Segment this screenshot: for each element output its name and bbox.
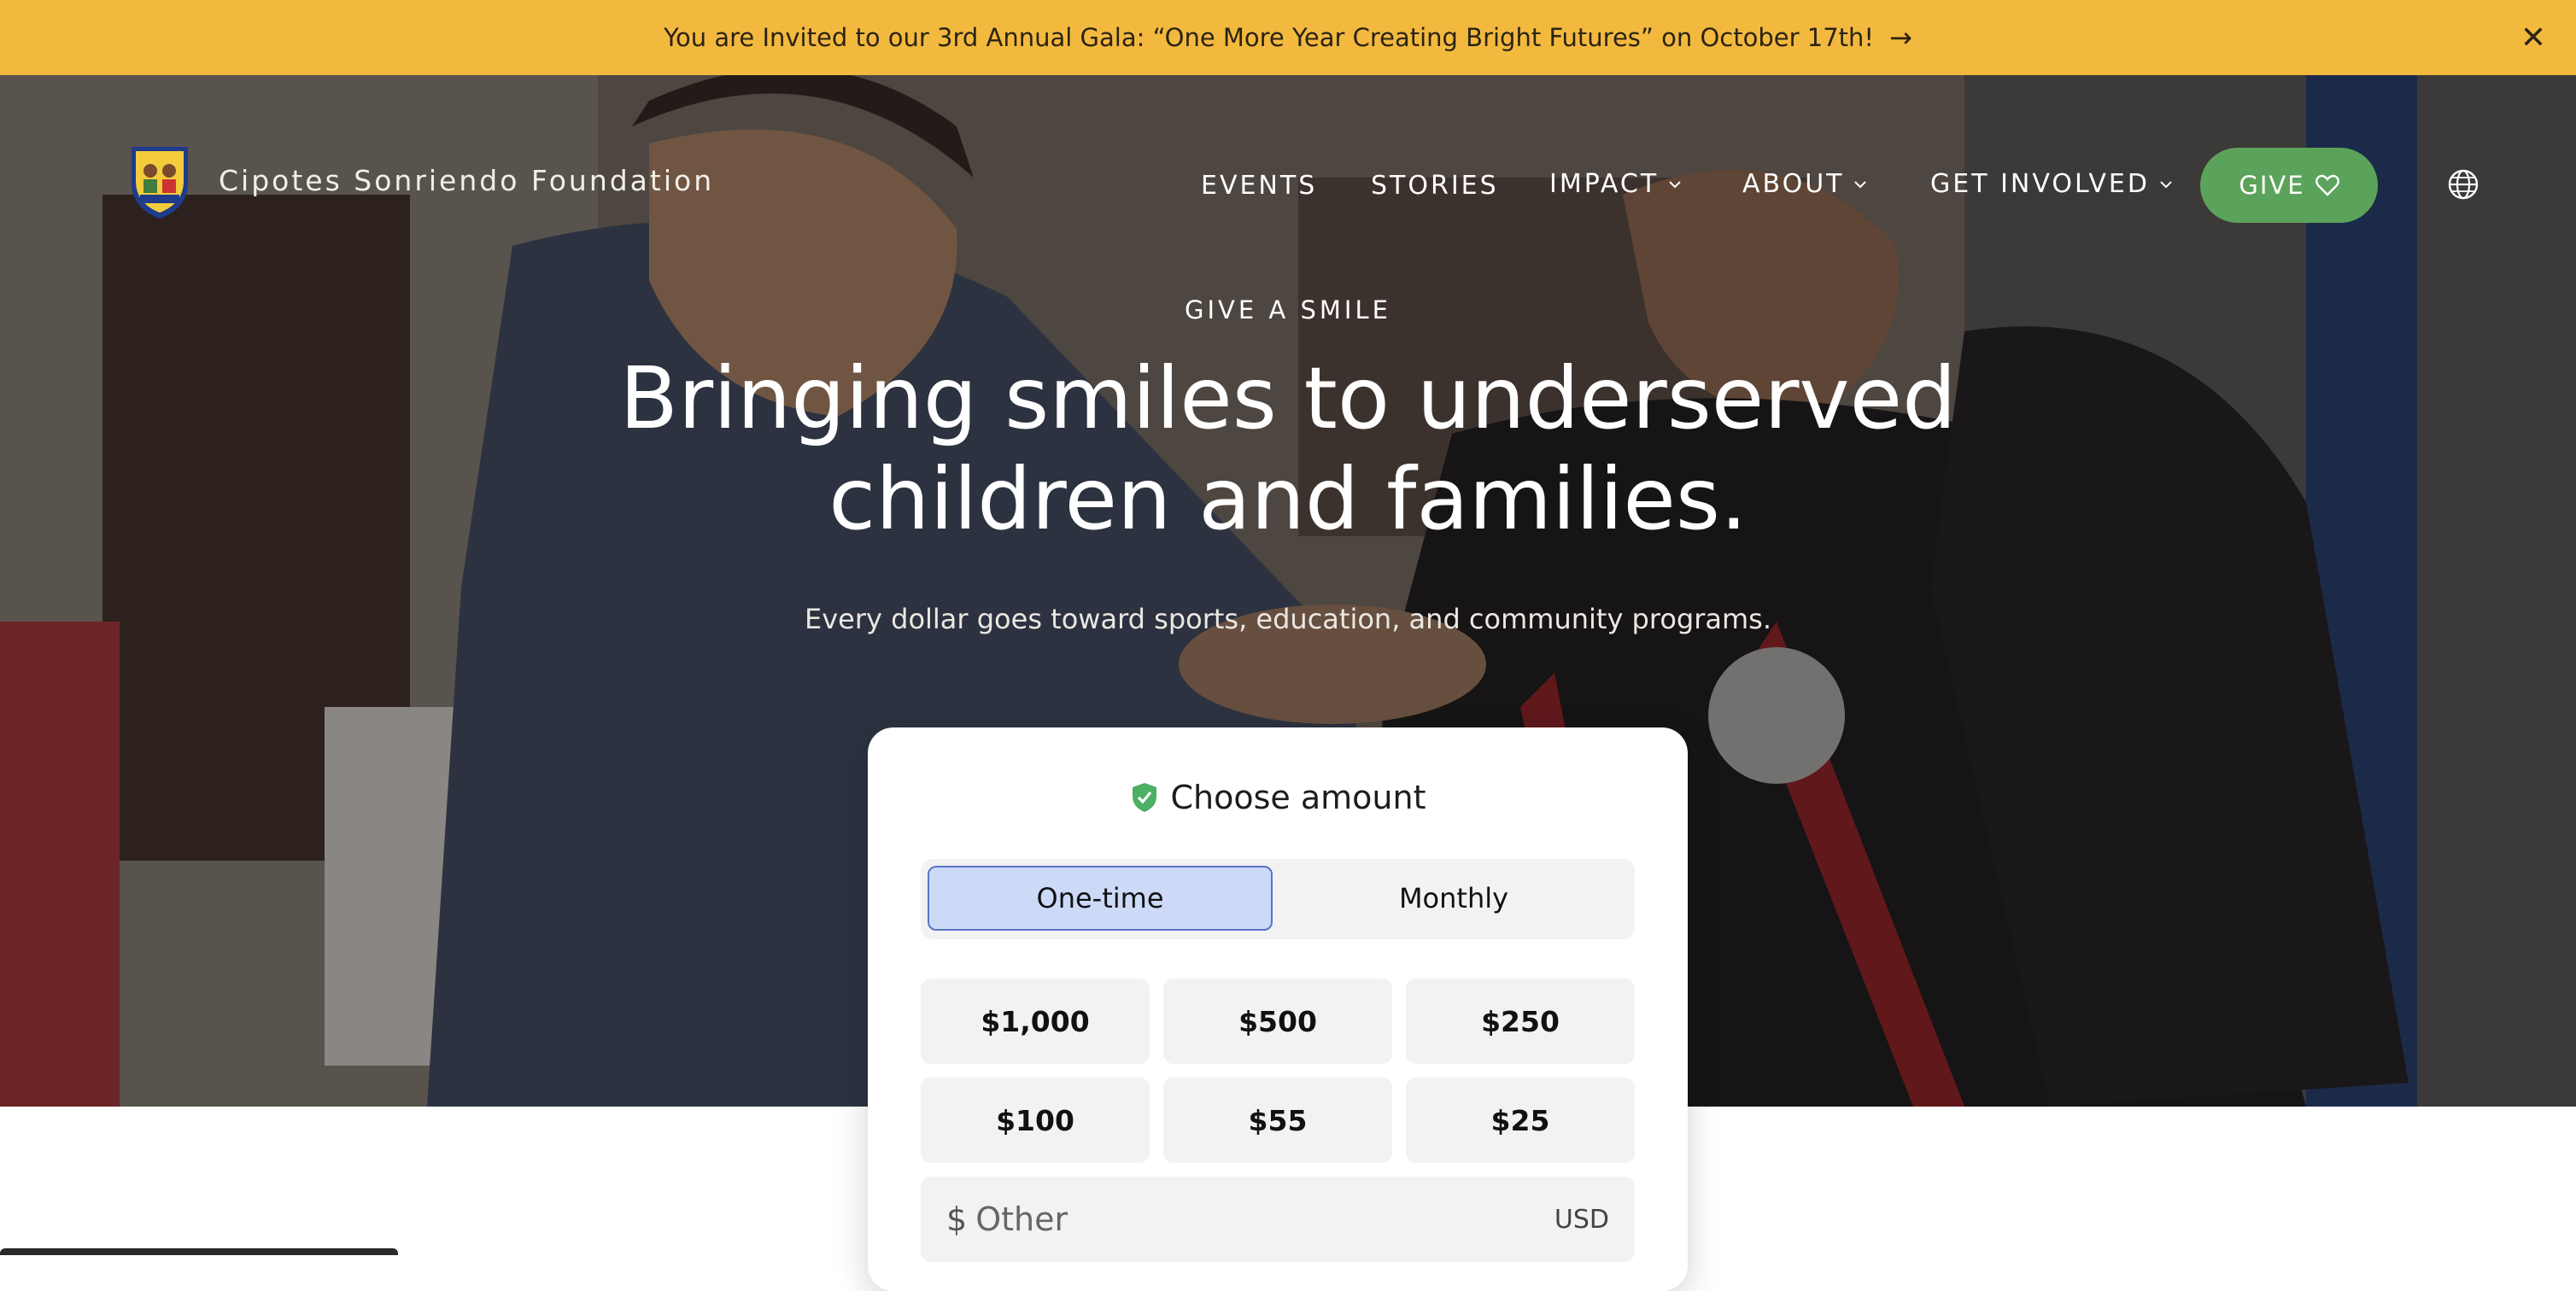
give-button[interactable]: GIVE xyxy=(2200,148,2378,223)
nav-get-involved-label: GET INVOLVED xyxy=(1930,169,2150,199)
chevron-down-icon xyxy=(2160,180,2172,188)
brand-name[interactable]: Cipotes Sonriendo Foundation xyxy=(219,164,714,197)
nav-stories[interactable]: STORIES xyxy=(1371,171,1499,201)
globe-icon[interactable] xyxy=(2446,167,2480,202)
give-button-label: GIVE xyxy=(2239,171,2305,200)
amount-option[interactable]: $1,000 xyxy=(921,978,1150,1064)
announcement-text[interactable]: You are Invited to our 3rd Annual Gala: … xyxy=(664,23,1874,52)
chevron-down-icon xyxy=(1854,180,1867,188)
nav-events-label: EVENTS xyxy=(1201,171,1318,201)
amount-option[interactable]: $100 xyxy=(921,1078,1150,1163)
hero-headline: Bringing smiles to underserved children … xyxy=(0,348,2576,550)
hero-eyebrow: GIVE A SMILE xyxy=(1185,295,1391,324)
announcement-bar[interactable]: You are Invited to our 3rd Annual Gala: … xyxy=(0,0,2576,75)
monthly-option[interactable]: Monthly xyxy=(1281,866,1626,931)
heart-icon xyxy=(2315,174,2339,196)
one-time-option[interactable]: One-time xyxy=(928,866,1273,931)
nav-about-label: ABOUT xyxy=(1742,169,1845,199)
donation-card-title: Choose amount xyxy=(868,779,1688,816)
nav-impact[interactable]: IMPACT xyxy=(1549,169,1683,199)
hero-subhead: Every dollar goes toward sports, educati… xyxy=(805,603,1771,635)
shield-check-icon xyxy=(1132,783,1156,812)
foundation-logo[interactable] xyxy=(126,140,193,220)
toast-edge xyxy=(0,1248,398,1255)
hero-headline-line2: children and families. xyxy=(828,449,1748,549)
close-icon[interactable]: ✕ xyxy=(2515,19,2552,56)
amount-option[interactable]: $55 xyxy=(1163,1078,1392,1163)
arrow-right-icon[interactable]: → xyxy=(1889,21,1912,54)
amount-option[interactable]: $500 xyxy=(1163,978,1392,1064)
nav-get-involved[interactable]: GET INVOLVED xyxy=(1930,169,2174,199)
amount-option[interactable]: $250 xyxy=(1406,978,1635,1064)
frequency-toggle: One-time Monthly xyxy=(921,859,1635,939)
other-amount-field[interactable]: $ USD xyxy=(921,1177,1635,1262)
other-amount-input[interactable] xyxy=(975,1200,1554,1238)
amount-option[interactable]: $25 xyxy=(1406,1078,1635,1163)
hero-headline-line1: Bringing smiles to underserved xyxy=(619,348,1957,448)
chevron-down-icon xyxy=(1669,180,1681,188)
donation-card: Choose amount One-time Monthly $1,000 $5… xyxy=(868,727,1688,1291)
currency-symbol: $ xyxy=(946,1200,968,1238)
nav-about[interactable]: ABOUT xyxy=(1742,169,1868,199)
nav-events[interactable]: EVENTS xyxy=(1201,171,1317,201)
nav-stories-label: STORIES xyxy=(1371,171,1499,201)
currency-unit: USD xyxy=(1554,1204,1609,1235)
nav-impact-label: IMPACT xyxy=(1549,169,1660,199)
donation-title-text: Choose amount xyxy=(1170,779,1426,816)
